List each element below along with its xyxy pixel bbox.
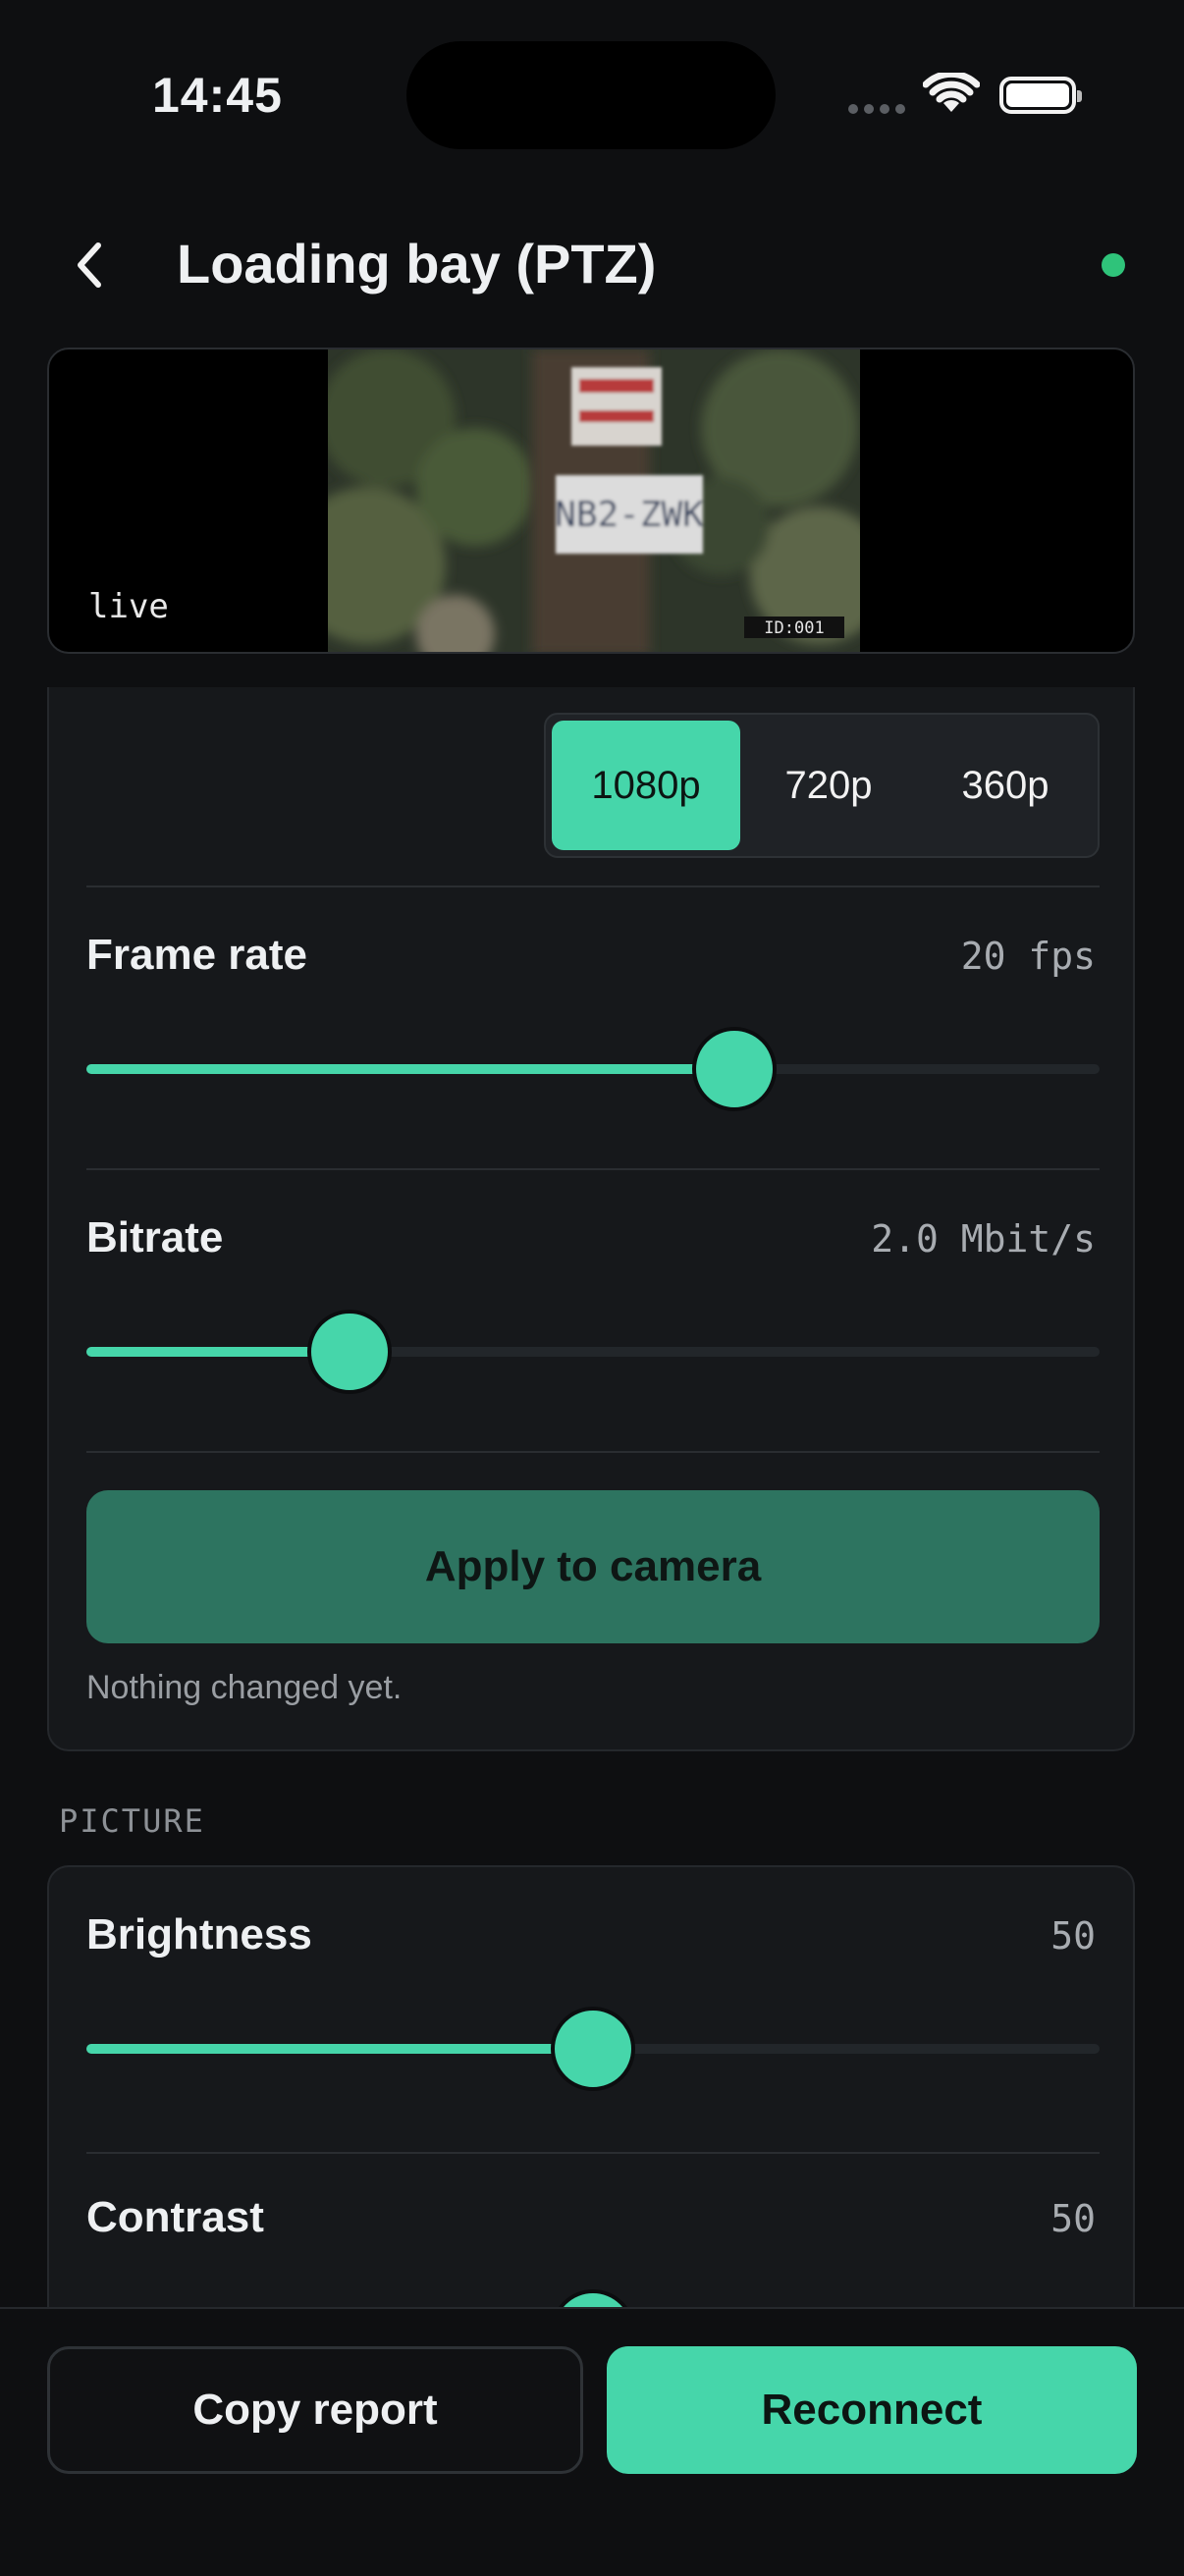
battery-icon — [999, 77, 1082, 114]
brightness-slider-fill — [86, 2044, 593, 2054]
reconnect-button[interactable]: Reconnect — [607, 2346, 1137, 2474]
section-label-picture: PICTURE — [59, 1802, 205, 1840]
signal-icon — [848, 104, 905, 114]
back-button[interactable] — [65, 236, 114, 295]
wifi-icon — [923, 73, 980, 112]
dynamic-island — [406, 41, 776, 149]
divider — [86, 2152, 1100, 2154]
svg-text:ID:001: ID:001 — [764, 618, 824, 638]
svg-text:NB2-ZWK: NB2-ZWK — [555, 495, 704, 535]
resolution-option-360p[interactable]: 360p — [917, 721, 1094, 850]
picture-settings-card: Brightness 50 Contrast 50 — [47, 1865, 1135, 2374]
divider — [86, 886, 1100, 887]
divider — [86, 1451, 1100, 1453]
brightness-slider-thumb[interactable] — [551, 2007, 635, 2091]
brightness-label: Brightness — [86, 1910, 312, 1959]
bottom-action-bar: Copy report Reconnect — [0, 2307, 1184, 2576]
brightness-slider[interactable] — [86, 2007, 1100, 2091]
live-badge: live — [88, 587, 169, 626]
contrast-value: 50 — [1050, 2197, 1096, 2240]
bitrate-label: Bitrate — [86, 1213, 224, 1261]
resolution-option-1080p[interactable]: 1080p — [552, 721, 740, 850]
frame-rate-slider-fill — [86, 1064, 735, 1074]
camera-feed-image: NB2-ZWK ID:001 — [328, 349, 860, 652]
frame-rate-slider[interactable] — [86, 1027, 1100, 1111]
bitrate-value: 2.0 Mbit/s — [871, 1217, 1096, 1261]
camera-preview[interactable]: NB2-ZWK ID:001 live — [47, 348, 1135, 654]
bitrate-slider[interactable] — [86, 1310, 1100, 1394]
bitrate-slider-thumb[interactable] — [307, 1310, 393, 1394]
apply-status-note: Nothing changed yet. — [86, 1669, 403, 1706]
resolution-segmented-control: 1080p 720p 360p — [544, 713, 1100, 858]
brightness-value: 50 — [1050, 1914, 1096, 1958]
contrast-label: Contrast — [86, 2193, 264, 2241]
connection-status-icon — [1102, 253, 1125, 277]
page-title: Loading bay (PTZ) — [177, 233, 657, 295]
status-time: 14:45 — [152, 68, 283, 123]
resolution-option-720p[interactable]: 720p — [740, 721, 917, 850]
frame-rate-slider-thumb[interactable] — [692, 1027, 778, 1111]
frame-rate-value: 20 fps — [960, 935, 1096, 978]
apply-to-camera-button[interactable]: Apply to camera — [86, 1490, 1100, 1643]
frame-rate-label: Frame rate — [86, 931, 308, 979]
stream-settings-card: 1080p 720p 360p Frame rate 20 fps Bitrat… — [47, 687, 1135, 1751]
divider — [86, 1168, 1100, 1170]
copy-report-button[interactable]: Copy report — [47, 2346, 583, 2474]
